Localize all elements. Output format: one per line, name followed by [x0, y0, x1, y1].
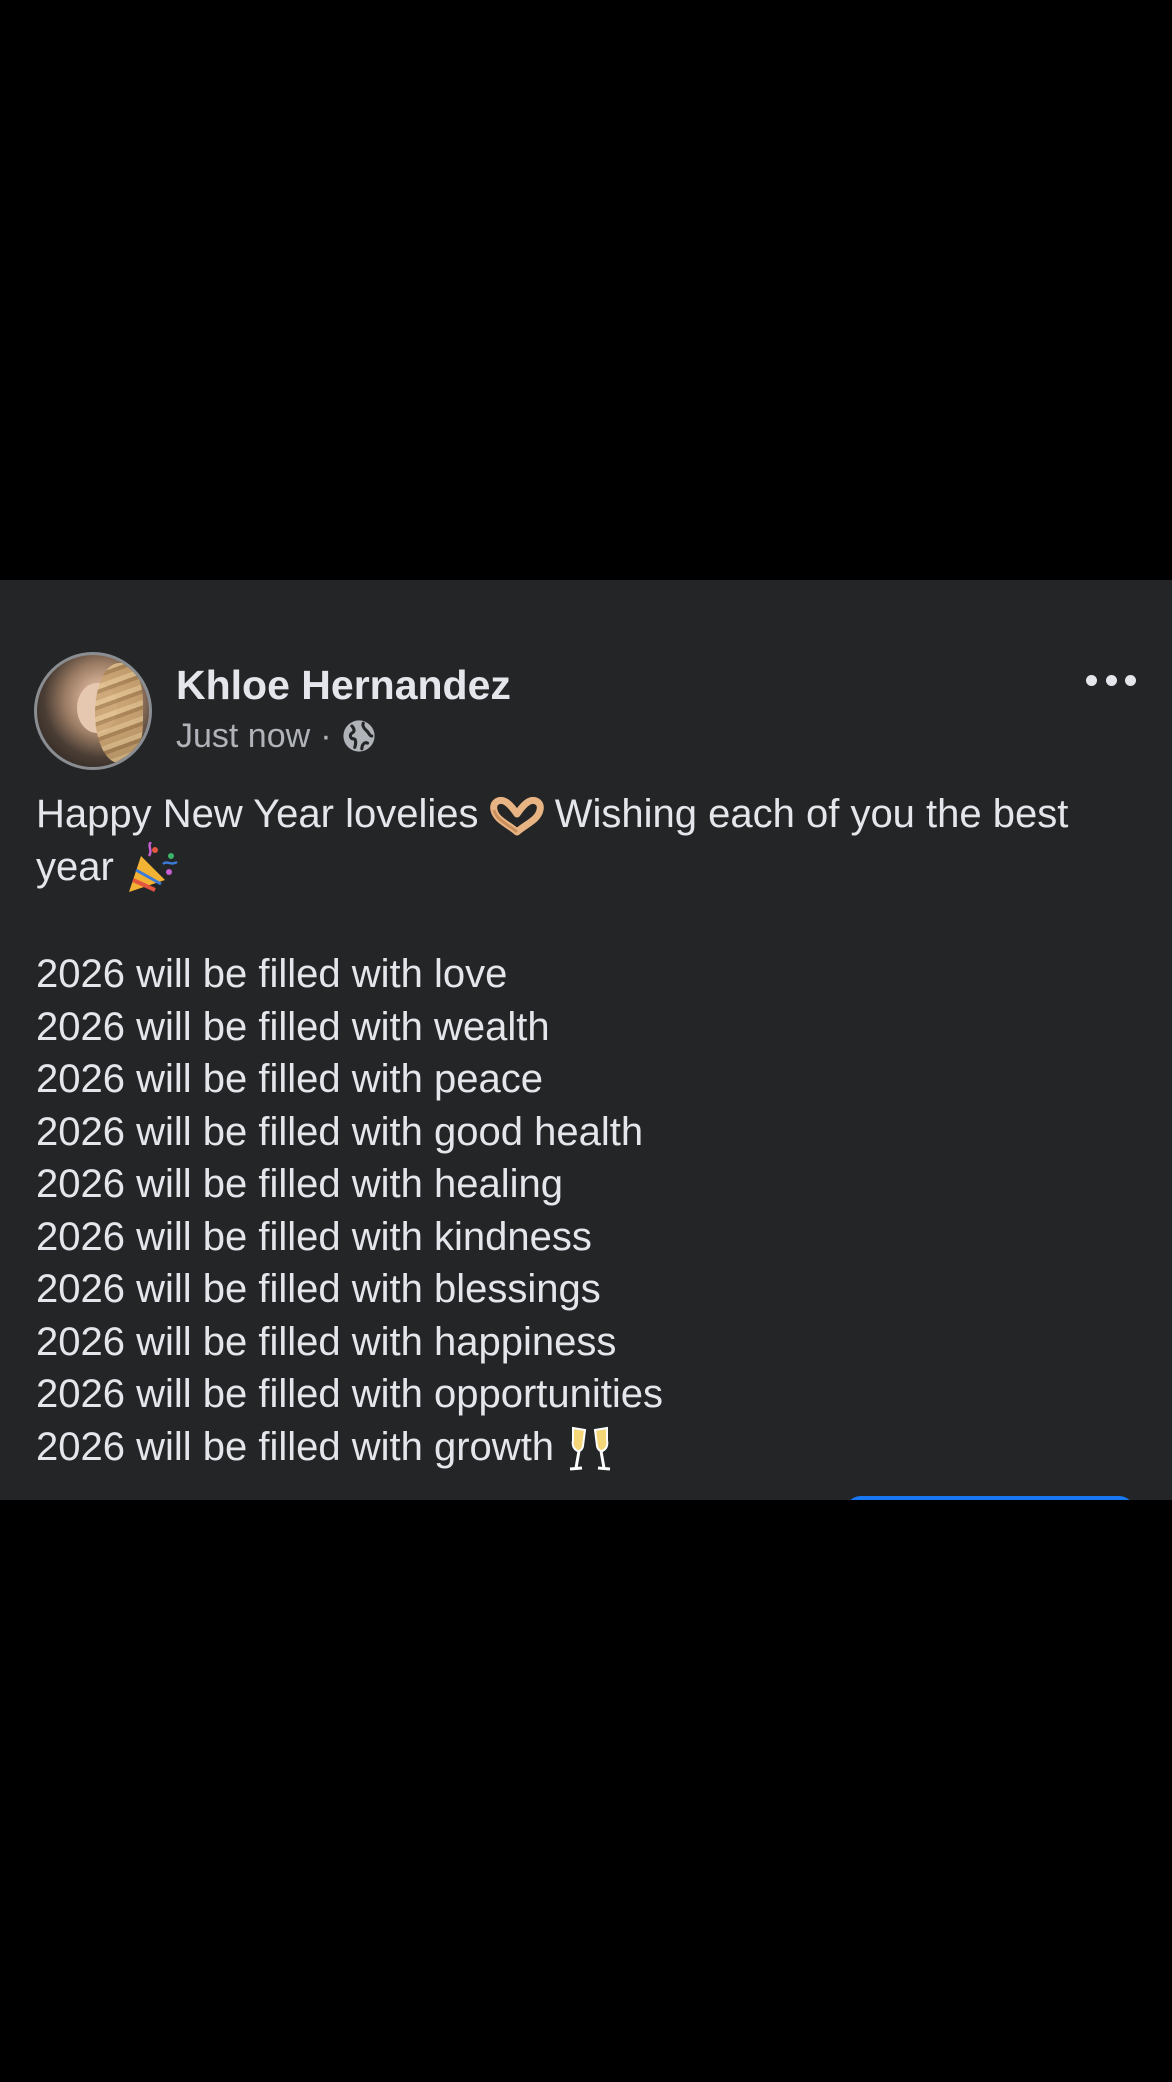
clinking-glasses-emoji [570, 1427, 611, 1471]
post-line-last-text: 2026 will be filled with growth [36, 1424, 555, 1469]
author-name[interactable]: Khloe Hernandez [176, 662, 511, 709]
post-line-last: 2026 will be filled with growth [36, 1421, 1136, 1474]
post-meta: Just now · [176, 716, 376, 756]
post-timestamp[interactable]: Just now [176, 717, 310, 756]
more-options-icon[interactable] [1086, 668, 1136, 692]
post-line: 2026 will be filled with opportunities [36, 1372, 664, 1417]
post-line: 2026 will be filled with kindness [36, 1214, 592, 1259]
post-line: 2026 will be filled with healing [36, 1162, 563, 1207]
more-dot [1105, 674, 1117, 686]
post-line: 2026 will be filled with love [36, 952, 508, 997]
more-dot [1086, 674, 1097, 686]
post-card: Khloe Hernandez Just now · Happy New Yea… [0, 580, 1172, 1500]
meta-separator: · [320, 716, 332, 755]
intro-text-1: Happy New Year lovelies [36, 792, 479, 836]
action-button[interactable] [845, 1496, 1135, 1500]
post-line: 2026 will be filled with blessings [36, 1267, 601, 1312]
post-text: Happy New Year lovelies Wishing each of … [36, 788, 1136, 1474]
post-intro: Happy New Year lovelies Wishing each of … [36, 788, 1136, 896]
post-line: 2026 will be filled with wealth [36, 1004, 550, 1049]
post-line: 2026 will be filled with peace [36, 1057, 543, 1102]
avatar[interactable] [34, 652, 152, 770]
heart-hands-emoji [489, 797, 544, 836]
more-dot [1125, 674, 1136, 686]
globe-icon[interactable] [342, 719, 376, 753]
post-line: 2026 will be filled with happiness [36, 1319, 617, 1364]
party-popper-emoji [128, 841, 178, 892]
avatar-hair [95, 663, 143, 763]
post-line: 2026 will be filled with good health [36, 1109, 644, 1154]
